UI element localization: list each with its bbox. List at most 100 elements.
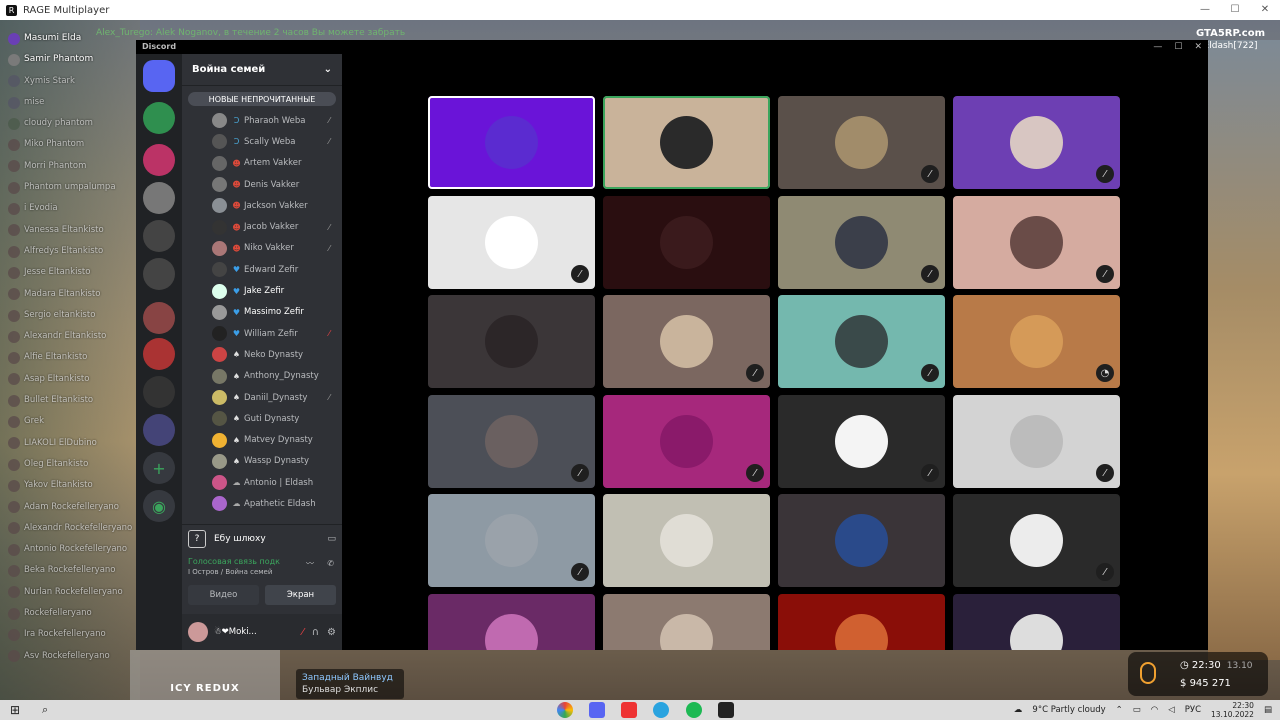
voice-member[interactable]: Ɔ Scally Weba ⁄ [182, 131, 342, 152]
participant-tile[interactable]: ⁄ [778, 395, 945, 488]
voice-member[interactable]: ☻ Niko Vakker ⁄ [182, 238, 342, 259]
voice-member[interactable]: ☻ Jackson Vakker [182, 195, 342, 216]
network-icon[interactable]: ▭ [1133, 705, 1141, 715]
participant-tile[interactable] [603, 96, 770, 189]
chat-player-name: Bullet Eltankisto [24, 395, 94, 406]
participant-tile[interactable] [428, 594, 595, 650]
participant-tile[interactable]: ⁄ [953, 494, 1120, 587]
participant-tile[interactable]: ⁄ [778, 295, 945, 388]
avatar[interactable] [188, 622, 208, 642]
participant-tile[interactable] [603, 594, 770, 650]
video-button[interactable]: Видео [188, 585, 259, 605]
server-header[interactable]: Война семей ⌄ [182, 54, 342, 86]
discord-home-icon[interactable] [143, 60, 175, 92]
weather-icon[interactable]: ☁ [1014, 705, 1023, 715]
participant-tile[interactable]: ⁄ [428, 395, 595, 488]
headphones-icon[interactable]: ∩ [312, 627, 319, 638]
guild-icon[interactable] [143, 302, 175, 334]
weather-text[interactable]: 9°C Partly cloudy [1032, 705, 1105, 715]
participant-tile[interactable]: ⁄ [428, 494, 595, 587]
clock-icon: ◷ [1180, 660, 1189, 671]
close-window-button[interactable]: ✕ [1250, 0, 1280, 20]
voice-member[interactable]: ♠ Neko Dynasty [182, 344, 342, 365]
voice-member[interactable]: ♥ Edward Zefir [182, 259, 342, 280]
discord-taskbar-icon[interactable] [589, 702, 605, 718]
voice-member[interactable]: ♥ Jake Zefir [182, 280, 342, 301]
wifi-icon[interactable]: ◠ [1151, 705, 1158, 715]
voice-member[interactable]: ☻ Artem Vakker [182, 153, 342, 174]
voice-member[interactable]: ♥ William Zefir ⁄ [182, 323, 342, 344]
guild-icon[interactable] [143, 102, 175, 134]
participant-tile[interactable] [428, 295, 595, 388]
voice-member[interactable]: ♠ Daniil_Dynasty ⁄ [182, 387, 342, 408]
language-indicator[interactable]: РУС [1185, 705, 1201, 715]
participant-tile[interactable] [428, 96, 595, 189]
screen-share-button[interactable]: Экран [265, 585, 336, 605]
search-icon[interactable]: ⌕ [42, 703, 48, 717]
participant-tile[interactable] [778, 594, 945, 650]
participant-tile[interactable] [603, 494, 770, 587]
rage-taskbar-icon[interactable] [718, 702, 734, 718]
chrome-icon[interactable] [557, 702, 573, 718]
guild-icon[interactable] [143, 376, 175, 408]
voice-member[interactable]: ☻ Denis Vakker [182, 174, 342, 195]
guild-icon[interactable] [143, 144, 175, 176]
voice-member[interactable]: ♠ Wassp Dynasty [182, 451, 342, 472]
participant-tile[interactable]: ⁄ [953, 196, 1120, 289]
telegram-icon[interactable] [653, 702, 669, 718]
spotify-icon[interactable] [686, 702, 702, 718]
youtube-icon[interactable] [621, 702, 637, 718]
chevron-up-icon[interactable]: ⌃ [1116, 705, 1123, 715]
participant-tile[interactable]: ⁄ [428, 196, 595, 289]
participant-tile[interactable] [778, 494, 945, 587]
guild-icon[interactable] [143, 338, 175, 370]
noise-suppression-icon[interactable]: 〰 [306, 558, 314, 569]
disconnect-icon[interactable]: ✆ [327, 558, 334, 569]
text-channel-row[interactable]: ? Ебу шлюху ▭ [182, 524, 342, 552]
voice-member[interactable]: ☁ Apathetic Eldash [182, 493, 342, 514]
participant-tile[interactable] [603, 196, 770, 289]
discord-minimize-button[interactable]: — [1153, 42, 1162, 52]
voice-member[interactable]: ♠ Guti Dynasty [182, 408, 342, 429]
new-unread-pill[interactable]: НОВЫЕ НЕПРОЧИТАННЫЕ [188, 92, 336, 106]
voice-member[interactable]: ☁ Antonio | Eldash [182, 472, 342, 493]
street-name: Бульвар Экплис [302, 685, 379, 695]
add-server-icon[interactable]: + [143, 452, 175, 484]
minimize-button[interactable]: — [1190, 0, 1220, 20]
voice-member[interactable]: ♠ Matvey Dynasty [182, 429, 342, 450]
participant-tile[interactable]: ⁄ [603, 295, 770, 388]
voice-member[interactable]: ♥ Massimo Zefir [182, 302, 342, 323]
voice-member[interactable]: ☻ Jacob Vakker ⁄ [182, 216, 342, 237]
participant-tile[interactable]: ⁄ [778, 196, 945, 289]
participant-tile[interactable]: ⁄ [953, 395, 1120, 488]
discord-maximize-button[interactable]: ☐ [1174, 42, 1182, 52]
system-tray: ☁ 9°C Partly cloudy ⌃ ▭ ◠ ◁ РУС 22:30 13… [1014, 700, 1272, 720]
player-avatar [8, 373, 20, 386]
taskbar-clock[interactable]: 22:30 13.10.2022 [1211, 701, 1254, 719]
explore-servers-icon[interactable]: ◉ [143, 490, 175, 522]
avatar [212, 347, 227, 363]
chat-player-name: Alexandr Eltankisto [24, 331, 107, 342]
participant-tile[interactable]: ⁄ [603, 395, 770, 488]
guild-icon[interactable] [143, 414, 175, 446]
guild-icon[interactable] [143, 258, 175, 290]
guild-icon[interactable] [143, 182, 175, 214]
participant-tile[interactable]: ◔ [953, 295, 1120, 388]
avatar [212, 453, 227, 469]
participant-tile[interactable]: ⁄ [778, 96, 945, 189]
discord-close-button[interactable]: ✕ [1194, 42, 1202, 52]
voice-member[interactable]: ♠ Anthony_Dynasty [182, 366, 342, 387]
gear-icon[interactable]: ⚙ [327, 627, 336, 638]
maximize-button[interactable]: ☐ [1220, 0, 1250, 20]
participant-tile[interactable]: ⁄ [953, 96, 1120, 189]
chat-player-name: Nurlan Rockefelleryano [24, 586, 123, 597]
volume-icon[interactable]: ◁ [1168, 705, 1175, 715]
voice-member[interactable]: Ɔ Pharaoh Weba ⁄ [182, 110, 342, 131]
guild-icon[interactable] [143, 220, 175, 252]
participant-tile[interactable] [953, 594, 1120, 650]
notification-icon[interactable]: ▤ [1264, 705, 1272, 715]
avatar [212, 262, 227, 278]
mic-muted-icon[interactable]: ⁄ [302, 627, 304, 638]
windows-start-icon[interactable]: ⊞ [10, 703, 20, 717]
chat-line: Alfredys Eltankisto [8, 241, 140, 262]
